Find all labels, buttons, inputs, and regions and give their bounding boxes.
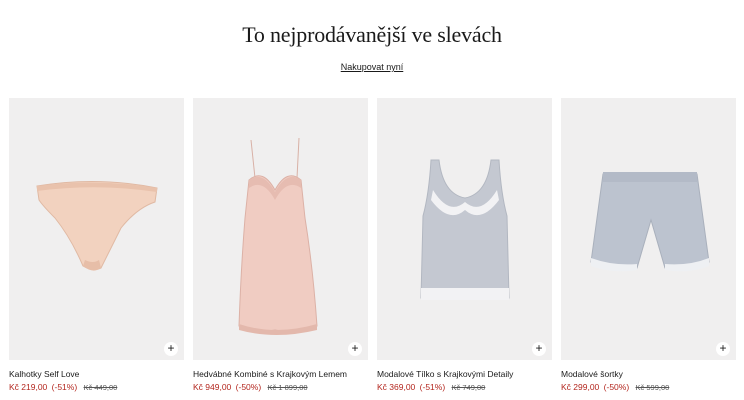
- sale-price: Kč 219,00: [9, 382, 48, 392]
- product-image[interactable]: [377, 98, 552, 360]
- product-card[interactable]: + Modalové šortky Kč 299,00 (-50%) Kč 59…: [561, 98, 736, 400]
- product-image[interactable]: [561, 98, 736, 360]
- product-name[interactable]: Kalhotky Self Love: [9, 369, 79, 379]
- add-to-cart-plus-icon[interactable]: +: [348, 342, 362, 356]
- discount-badge: (-51%): [51, 382, 78, 392]
- add-to-cart-plus-icon[interactable]: +: [716, 342, 730, 356]
- product-card[interactable]: + Hedvábné Kombiné s Krajkovým Lemem Kč …: [193, 98, 368, 400]
- slip-dress-icon: [238, 137, 318, 335]
- section-title: To nejprodávanější ve slevách: [242, 22, 502, 47]
- product-name[interactable]: Hedvábné Kombiné s Krajkovým Lemem: [193, 369, 347, 379]
- product-price: Kč 219,00 (-51%) Kč 449,00: [9, 382, 117, 392]
- product-price: Kč 369,00 (-51%) Kč 749,00: [377, 382, 485, 392]
- original-price: Kč 599,00: [635, 383, 670, 392]
- product-price: Kč 299,00 (-50%) Kč 599,00: [561, 382, 669, 392]
- discount-badge: (-50%): [603, 382, 630, 392]
- original-price: Kč 1 899,00: [267, 383, 308, 392]
- product-image[interactable]: [193, 98, 368, 360]
- discount-badge: (-51%): [419, 382, 446, 392]
- product-name[interactable]: Modalové Tílko s Krajkovými Detaily: [377, 369, 513, 379]
- shorts-icon: [590, 172, 710, 272]
- original-price: Kč 449,00: [83, 383, 118, 392]
- panties-icon: [36, 180, 158, 271]
- product-price: Kč 949,00 (-50%) Kč 1 899,00: [193, 382, 308, 392]
- product-card[interactable]: + Modalové Tílko s Krajkovými Detaily Kč…: [377, 98, 552, 400]
- sale-price: Kč 369,00: [377, 382, 416, 392]
- camisole-icon: [420, 159, 510, 300]
- product-grid: + Kalhotky Self Love Kč 219,00 (-51%) Kč…: [9, 98, 736, 400]
- add-to-cart-plus-icon[interactable]: +: [532, 342, 546, 356]
- original-price: Kč 749,00: [451, 383, 486, 392]
- discount-badge: (-50%): [235, 382, 262, 392]
- product-card[interactable]: + Kalhotky Self Love Kč 219,00 (-51%) Kč…: [9, 98, 184, 400]
- product-image[interactable]: [9, 98, 184, 360]
- add-to-cart-plus-icon[interactable]: +: [164, 342, 178, 356]
- shop-now-link[interactable]: Nakupovat nyní: [0, 62, 744, 72]
- sale-price: Kč 299,00: [561, 382, 600, 392]
- sale-price: Kč 949,00: [193, 382, 232, 392]
- product-name[interactable]: Modalové šortky: [561, 369, 623, 379]
